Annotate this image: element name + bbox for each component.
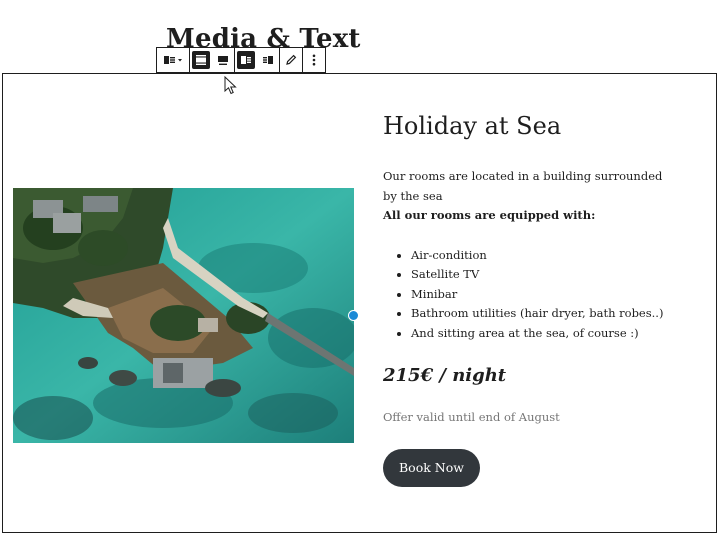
more-options-button[interactable] bbox=[303, 48, 325, 72]
align-full-button[interactable] bbox=[212, 48, 234, 72]
amenities-title[interactable]: All our rooms are equipped with: bbox=[383, 206, 595, 226]
amenities-list: Air-condition Satellite TV Minibar Bathr… bbox=[383, 246, 663, 343]
align-wide-button[interactable] bbox=[190, 48, 212, 72]
book-now-button[interactable]: Book Now bbox=[383, 449, 480, 487]
list-item[interactable]: And sitting area at the sea, of course :… bbox=[411, 324, 663, 343]
toolbar-group-align bbox=[190, 48, 235, 72]
list-item[interactable]: Bathroom utilities (hair dryer, bath rob… bbox=[411, 304, 663, 323]
media-right-button[interactable] bbox=[257, 48, 279, 72]
description-text[interactable]: Our rooms are located in a building surr… bbox=[383, 167, 673, 206]
align-wide-icon bbox=[196, 55, 206, 65]
media-right-icon bbox=[263, 56, 273, 64]
list-item[interactable]: Minibar bbox=[411, 285, 663, 304]
media-left-icon bbox=[241, 56, 251, 64]
toolbar-group-block bbox=[157, 48, 190, 72]
mouse-pointer-icon bbox=[224, 76, 237, 95]
block-toolbar bbox=[156, 47, 326, 73]
toolbar-group-media-position bbox=[235, 48, 280, 72]
list-item[interactable]: Air-condition bbox=[411, 246, 663, 265]
toolbar-group-more bbox=[303, 48, 325, 72]
align-full-icon bbox=[218, 56, 228, 65]
offer-text[interactable]: Offer valid until end of August bbox=[383, 408, 560, 427]
list-item[interactable]: Satellite TV bbox=[411, 265, 663, 284]
aerial-island-photo bbox=[13, 188, 354, 443]
content-heading[interactable]: Holiday at Sea bbox=[383, 110, 561, 142]
block-type-button[interactable] bbox=[157, 48, 189, 72]
pencil-icon bbox=[286, 54, 297, 65]
edit-media-button[interactable] bbox=[280, 48, 302, 72]
more-options-icon bbox=[312, 54, 316, 66]
block-type-icon bbox=[164, 56, 182, 64]
media-left-button[interactable] bbox=[235, 48, 257, 72]
resize-handle[interactable] bbox=[348, 310, 359, 321]
toolbar-group-edit bbox=[280, 48, 303, 72]
media-image[interactable] bbox=[13, 188, 354, 443]
price-text[interactable]: 215€ / night bbox=[383, 363, 506, 389]
